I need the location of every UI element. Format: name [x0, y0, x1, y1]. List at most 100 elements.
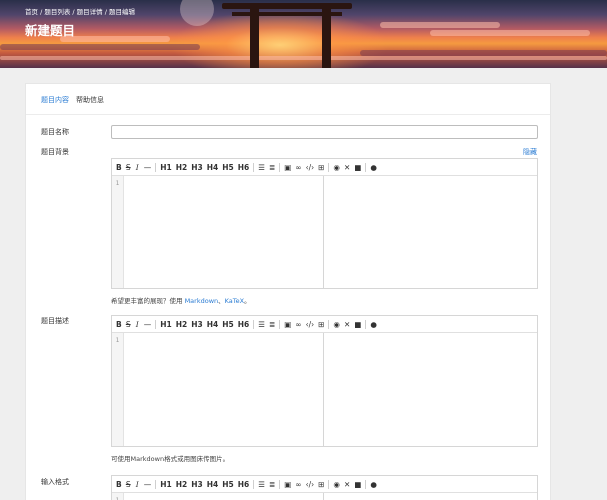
- problem-name-input[interactable]: [111, 125, 538, 139]
- strikethrough-button[interactable]: S: [126, 320, 131, 329]
- breadcrumb-problem-list[interactable]: 题目列表: [44, 8, 70, 16]
- markdown-link[interactable]: Markdown: [185, 297, 219, 305]
- lock-icon[interactable]: ■: [354, 163, 361, 172]
- unordered-list-icon[interactable]: ☰: [258, 163, 265, 172]
- problem-name-label: 题目名称: [41, 128, 69, 136]
- info-icon[interactable]: ●: [370, 480, 377, 489]
- input-format-editor: B S I — H1 H2 H3 H4 H5 H6 ☰ ≣ ▣ ∞ ‹/› ⊞ …: [111, 475, 538, 500]
- image-icon[interactable]: ▣: [284, 163, 291, 172]
- markdown-input-area[interactable]: [124, 176, 324, 288]
- unordered-list-icon[interactable]: ☰: [258, 320, 265, 329]
- line-gutter: 1: [112, 493, 124, 500]
- tab-help-info[interactable]: 帮助信息: [76, 95, 104, 105]
- h1-button[interactable]: H1: [160, 320, 172, 329]
- code-icon[interactable]: ‹/›: [306, 480, 315, 489]
- lock-icon[interactable]: ■: [354, 480, 361, 489]
- problem-background-label: 题目背景: [41, 148, 69, 156]
- horizontal-rule-button[interactable]: —: [144, 163, 152, 172]
- h5-button[interactable]: H5: [222, 163, 234, 172]
- info-icon[interactable]: ●: [370, 320, 377, 329]
- preview-eye-icon[interactable]: ◉: [333, 163, 340, 172]
- lock-icon[interactable]: ■: [354, 320, 361, 329]
- tab-divider: [26, 114, 550, 115]
- form-card: 题目内容 帮助信息 题目名称 题目背景 隐藏 B S I — H1 H2 H3 …: [25, 83, 551, 500]
- h5-button[interactable]: H5: [222, 320, 234, 329]
- markdown-input-area[interactable]: [124, 333, 324, 446]
- cloud: [60, 36, 170, 42]
- code-icon[interactable]: ‹/›: [306, 163, 315, 172]
- h4-button[interactable]: H4: [207, 320, 219, 329]
- strikethrough-button[interactable]: S: [126, 480, 131, 489]
- h5-button[interactable]: H5: [222, 480, 234, 489]
- code-icon[interactable]: ‹/›: [306, 320, 315, 329]
- h4-button[interactable]: H4: [207, 163, 219, 172]
- h4-button[interactable]: H4: [207, 480, 219, 489]
- table-icon[interactable]: ⊞: [318, 320, 324, 329]
- toolbar-separator: [155, 162, 157, 172]
- h6-button[interactable]: H6: [238, 163, 250, 172]
- fullscreen-icon[interactable]: ✕: [344, 320, 350, 329]
- h3-button[interactable]: H3: [191, 320, 203, 329]
- cloud: [430, 30, 590, 36]
- bold-button[interactable]: B: [116, 163, 122, 172]
- problem-description-label: 题目描述: [41, 317, 69, 325]
- editor-panes: 1: [112, 333, 537, 446]
- markdown-preview-area: [324, 333, 537, 446]
- fullscreen-icon[interactable]: ✕: [344, 480, 350, 489]
- link-icon[interactable]: ∞: [295, 320, 301, 329]
- toolbar-separator: [328, 479, 330, 489]
- horizontal-rule-button[interactable]: —: [144, 480, 152, 489]
- table-icon[interactable]: ⊞: [318, 480, 324, 489]
- breadcrumb-home[interactable]: 首页: [25, 8, 38, 16]
- bold-button[interactable]: B: [116, 320, 122, 329]
- table-icon[interactable]: ⊞: [318, 163, 324, 172]
- breadcrumb-problem-detail[interactable]: 题目详情: [77, 8, 103, 16]
- markdown-input-area[interactable]: [124, 493, 324, 500]
- link-icon[interactable]: ∞: [295, 480, 301, 489]
- bold-button[interactable]: B: [116, 480, 122, 489]
- toolbar-separator: [155, 319, 157, 329]
- h1-button[interactable]: H1: [160, 480, 172, 489]
- image-icon[interactable]: ▣: [284, 320, 291, 329]
- italic-button[interactable]: I: [135, 163, 140, 172]
- h6-button[interactable]: H6: [238, 480, 250, 489]
- toolbar-separator: [328, 319, 330, 329]
- toolbar-separator: [279, 319, 281, 329]
- katex-link[interactable]: KaTeX: [225, 297, 244, 305]
- strikethrough-button[interactable]: S: [126, 163, 131, 172]
- h6-button[interactable]: H6: [238, 320, 250, 329]
- h3-button[interactable]: H3: [191, 480, 203, 489]
- tab-bar: 题目内容 帮助信息: [41, 95, 104, 105]
- image-icon[interactable]: ▣: [284, 480, 291, 489]
- preview-eye-icon[interactable]: ◉: [333, 320, 340, 329]
- ordered-list-icon[interactable]: ≣: [269, 163, 275, 172]
- h3-button[interactable]: H3: [191, 163, 203, 172]
- header-banner: 首页 / 题目列表 / 题目详情 / 题目编辑 新建题目: [0, 0, 607, 68]
- unordered-list-icon[interactable]: ☰: [258, 480, 265, 489]
- info-icon[interactable]: ●: [370, 163, 377, 172]
- toolbar-separator: [365, 319, 367, 329]
- ordered-list-icon[interactable]: ≣: [269, 480, 275, 489]
- description-hint: 可使用Markdown格式或用图床传图片。: [111, 455, 230, 463]
- preview-eye-icon[interactable]: ◉: [333, 480, 340, 489]
- editor-toolbar: B S I — H1 H2 H3 H4 H5 H6 ☰ ≣ ▣ ∞ ‹/› ⊞ …: [112, 476, 537, 493]
- fullscreen-icon[interactable]: ✕: [344, 163, 350, 172]
- link-icon[interactable]: ∞: [295, 163, 301, 172]
- italic-button[interactable]: I: [135, 320, 140, 329]
- h1-button[interactable]: H1: [160, 163, 172, 172]
- editor-toolbar: B S I — H1 H2 H3 H4 H5 H6 ☰ ≣ ▣ ∞ ‹/› ⊞ …: [112, 159, 537, 176]
- hide-toggle-link[interactable]: 隐藏: [523, 147, 537, 157]
- h2-button[interactable]: H2: [176, 163, 188, 172]
- h2-button[interactable]: H2: [176, 480, 188, 489]
- torii-gate: [222, 3, 352, 9]
- breadcrumb: 首页 / 题目列表 / 题目详情 / 题目编辑: [25, 8, 135, 16]
- toolbar-separator: [253, 319, 255, 329]
- editor-panes: 1: [112, 493, 537, 500]
- italic-button[interactable]: I: [135, 480, 140, 489]
- tab-problem-content[interactable]: 题目内容: [41, 95, 69, 105]
- toolbar-separator: [279, 479, 281, 489]
- horizontal-rule-button[interactable]: —: [144, 320, 152, 329]
- h2-button[interactable]: H2: [176, 320, 188, 329]
- toolbar-separator: [365, 162, 367, 172]
- ordered-list-icon[interactable]: ≣: [269, 320, 275, 329]
